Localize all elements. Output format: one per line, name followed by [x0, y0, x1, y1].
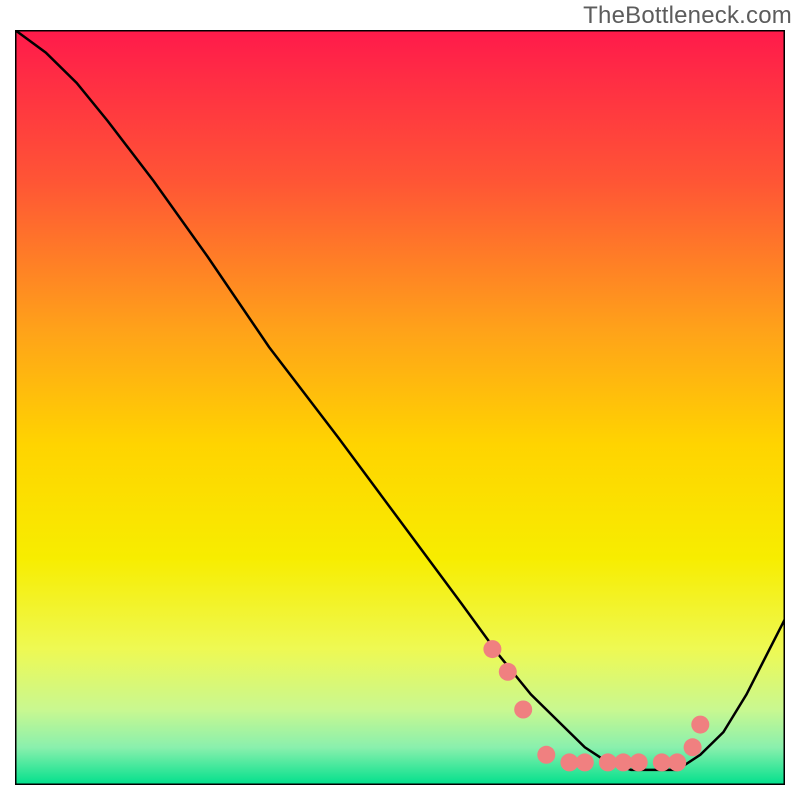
chart-background	[15, 30, 785, 785]
curve-marker	[483, 640, 501, 658]
curve-marker	[560, 753, 578, 771]
chart-svg	[15, 30, 785, 785]
curve-marker	[668, 753, 686, 771]
curve-marker	[576, 753, 594, 771]
chart-container: TheBottleneck.com	[0, 0, 800, 800]
chart-plot-area	[15, 30, 785, 785]
curve-marker	[499, 663, 517, 681]
watermark-text: TheBottleneck.com	[583, 2, 792, 30]
curve-marker	[514, 701, 532, 719]
curve-marker	[653, 753, 671, 771]
curve-marker	[599, 753, 617, 771]
curve-marker	[630, 753, 648, 771]
curve-marker	[691, 716, 709, 734]
curve-marker	[614, 753, 632, 771]
curve-marker	[537, 746, 555, 764]
curve-marker	[684, 738, 702, 756]
